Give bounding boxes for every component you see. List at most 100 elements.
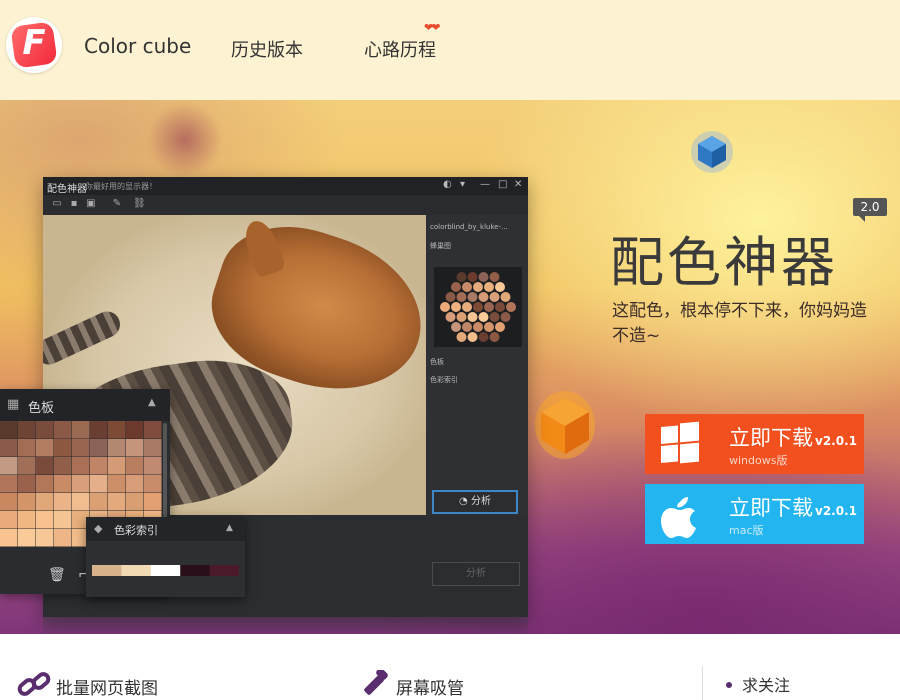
honeycomb-cell [440,302,450,312]
close-icon[interactable]: ✕ [514,179,522,190]
palette-swatch[interactable] [126,457,144,475]
maximize-icon[interactable]: □ [498,179,507,190]
analyze-icon: ◔ [459,496,471,507]
palette-swatch[interactable] [0,511,18,529]
palette-swatch[interactable] [18,457,36,475]
honeycomb-cell [478,292,489,302]
palette-swatch[interactable] [72,439,90,457]
analyze-button[interactable]: ◔ 分析 [432,490,518,514]
color-index-swatch[interactable] [180,565,211,576]
palette-swatch[interactable] [54,493,72,511]
palette-swatch[interactable] [108,475,126,493]
palette-swatch[interactable] [36,511,54,529]
save-icon[interactable]: ▪ [68,198,80,210]
palette-swatch[interactable] [0,475,18,493]
palette-swatch[interactable] [0,493,18,511]
color-index-swatch[interactable] [150,565,181,576]
palette-swatch[interactable] [90,439,108,457]
link-icon [17,672,51,696]
nav-journey[interactable]: 心路历程 [364,36,436,62]
app-logo[interactable]: F [6,17,62,73]
palette-swatch[interactable] [54,421,72,439]
palette-swatch[interactable] [54,475,72,493]
honeycomb-cell [478,272,489,282]
palette-swatch[interactable] [108,421,126,439]
honeycomb-cell [500,292,511,302]
palette-swatch[interactable] [144,439,162,457]
windows-icon [661,421,699,464]
color-index-swatch[interactable] [92,565,122,576]
analyze-label: 分析 [470,496,491,507]
palette-swatch[interactable] [36,439,54,457]
palette-swatch[interactable] [108,439,126,457]
palette-swatch[interactable] [36,529,54,547]
palette-swatch[interactable] [18,511,36,529]
skin-icon[interactable]: ◐ [443,179,452,190]
menu-icon[interactable]: ▾ [460,179,465,190]
palette-swatch[interactable] [72,475,90,493]
app-title: 配色神器 [47,184,87,195]
palette-swatch[interactable] [144,457,162,475]
palette-swatch[interactable] [54,511,72,529]
honeycomb-cell [489,272,500,282]
palette-swatch[interactable] [36,457,54,475]
palette-swatch[interactable] [54,457,72,475]
image-icon[interactable]: ▣ [85,198,97,210]
brand-name[interactable]: Color cube [84,34,191,58]
download-version: v2.0.1 [815,434,857,448]
palette-swatch[interactable] [0,439,18,457]
top-header: F Color cube 历史版本 心路历程 ❤❤ [0,0,900,100]
download-mac-button[interactable]: 立即下载 v2.0.1 mac版 [645,484,864,544]
trash-icon[interactable]: 🗑 [48,567,66,583]
palette-swatch[interactable] [90,493,108,511]
palette-swatch[interactable] [126,421,144,439]
feature-screen-eyedropper[interactable]: 屏幕吸管 [396,674,464,699]
palette-swatch[interactable] [18,439,36,457]
palette-swatch[interactable] [18,475,36,493]
palette-swatch[interactable] [90,475,108,493]
nav-history-versions[interactable]: 历史版本 [231,36,303,62]
palette-swatch[interactable] [90,421,108,439]
collapse-icon[interactable]: ▲ [148,397,156,408]
collapse-icon[interactable]: ▲ [226,523,233,533]
honeycomb-cell [462,322,472,332]
link-small-icon[interactable]: ⛓ [133,198,146,210]
palette-swatch[interactable] [18,529,36,547]
palette-swatch[interactable] [144,421,162,439]
palette-swatch[interactable] [72,421,90,439]
palette-swatch[interactable] [72,493,90,511]
folder-icon[interactable]: ▭ [51,198,63,210]
palette-swatch[interactable] [36,475,54,493]
palette-swatch[interactable] [54,439,72,457]
color-index-swatch[interactable] [209,565,239,576]
palette-swatch[interactable] [108,493,126,511]
palette-swatch[interactable] [18,493,36,511]
palette-swatch[interactable] [126,493,144,511]
color-index-swatch[interactable] [121,565,152,576]
palette-swatch[interactable] [126,439,144,457]
minimize-icon[interactable]: — [480,179,490,190]
palette-swatch[interactable] [90,457,108,475]
palette-swatch[interactable] [0,421,18,439]
decor-blob [150,100,220,180]
palette-swatch[interactable] [126,475,144,493]
honeycomb-cell [495,302,505,312]
follow-link[interactable]: 求关注 [742,672,790,696]
feature-batch-screenshot[interactable]: 批量网页截图 [56,674,158,699]
palette-swatch[interactable] [144,493,162,511]
palette-swatch[interactable] [144,475,162,493]
features-row: 批量网页截图 屏幕吸管 求关注 [0,634,900,700]
palette-swatch[interactable] [18,421,36,439]
palette-swatch[interactable] [0,457,18,475]
palette-swatch[interactable] [36,493,54,511]
palette-header: ▦ 色板 ▲ [0,389,170,421]
palette-swatch[interactable] [108,457,126,475]
download-windows-button[interactable]: 立即下载 v2.0.1 windows版 [645,414,864,474]
palette-swatch[interactable] [72,457,90,475]
palette-swatch[interactable] [0,529,18,547]
palette-swatch[interactable] [36,421,54,439]
palette-swatch[interactable] [54,529,72,547]
tag-icon: ◆ [94,522,103,535]
pen-icon[interactable]: ✎ [111,198,123,210]
download-text: 立即下载 [729,496,813,520]
